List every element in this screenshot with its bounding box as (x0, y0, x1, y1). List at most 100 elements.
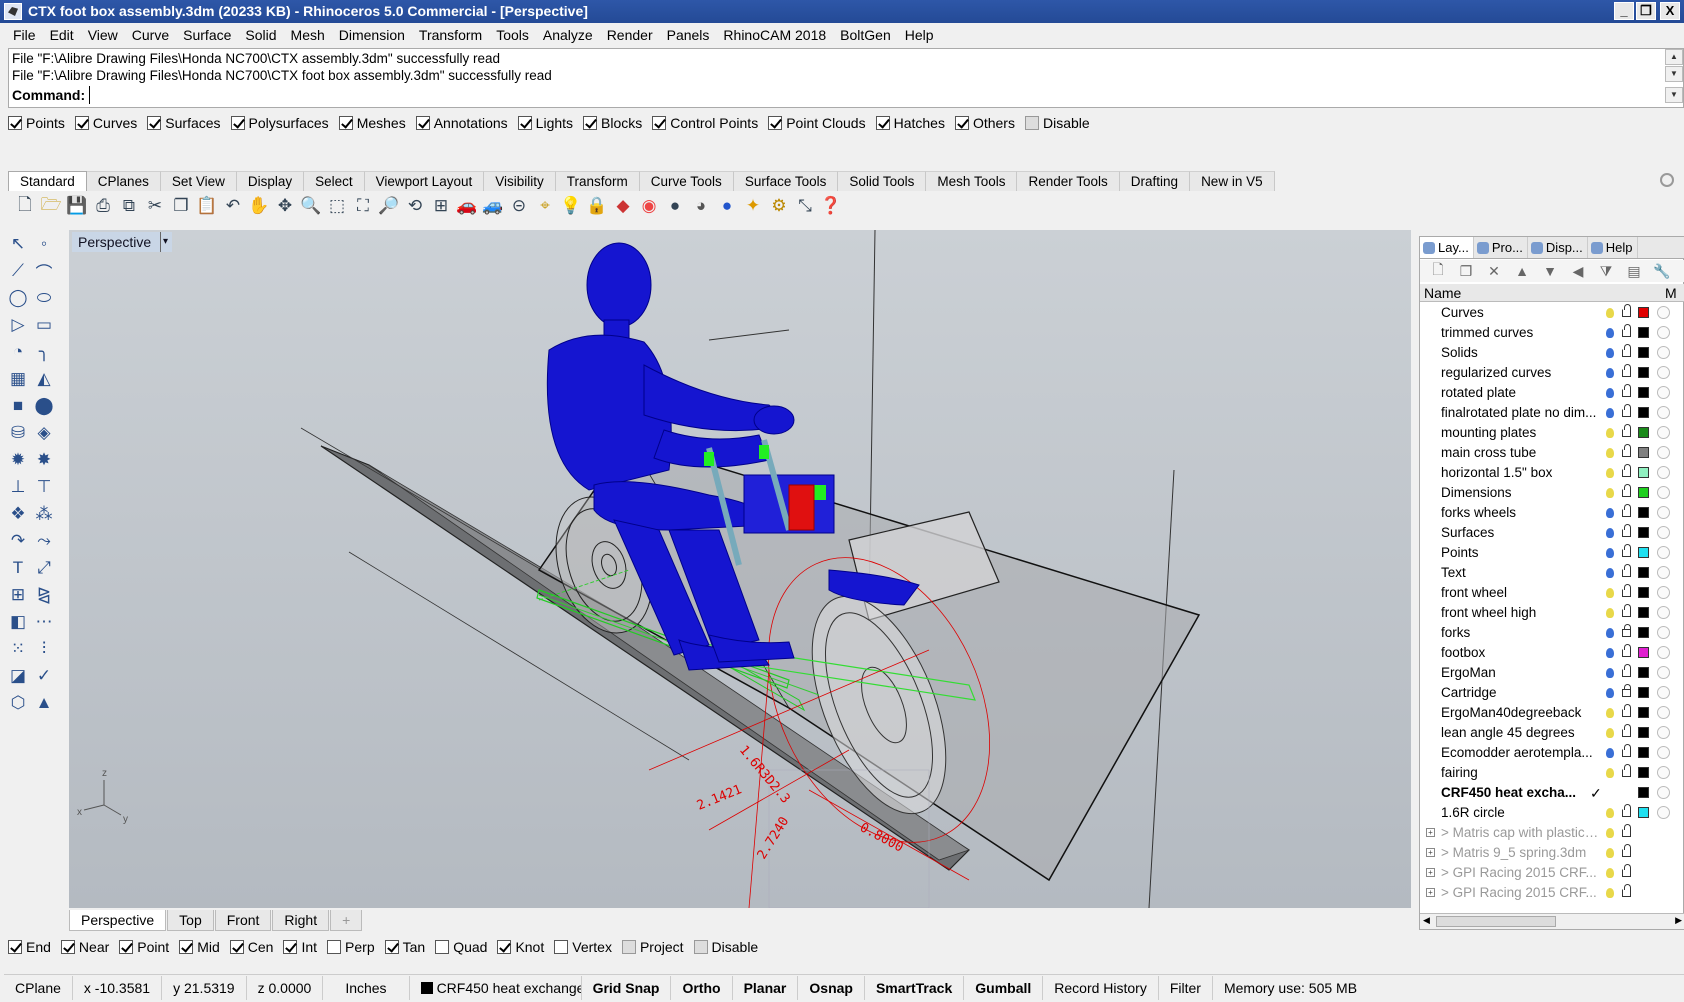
unlock-icon[interactable] (1622, 744, 1631, 757)
perspective-viewport[interactable]: 1.6R3D2.3 2.1421 2.7240 0.8000 z x y (69, 230, 1411, 908)
lock-icon[interactable] (1622, 684, 1631, 697)
layer-name[interactable]: lean angle 45 degrees (1441, 723, 1599, 743)
blend-icon[interactable]: ⤳ (32, 529, 56, 553)
unlock-icon[interactable] (1622, 404, 1631, 417)
explode-icon[interactable]: ✸ (32, 448, 56, 472)
osnap-checkbox[interactable]: Point (119, 939, 169, 955)
unlock-icon[interactable] (1622, 824, 1631, 837)
select-filter-checkbox[interactable]: Lights (517, 115, 573, 131)
cylinder-icon[interactable]: ⛁ (6, 421, 30, 445)
layer-name[interactable]: rotated plate (1441, 383, 1599, 403)
layer-row[interactable]: Curves (1420, 303, 1684, 323)
scrollbar-thumb[interactable] (1436, 916, 1556, 927)
light-icon[interactable]: ✦ (740, 194, 766, 218)
checkbox-icon[interactable] (283, 940, 298, 954)
select-filter-checkbox[interactable]: Control Points (652, 115, 758, 131)
viewport-tab[interactable]: Front (214, 909, 272, 931)
checkbox-icon[interactable] (8, 116, 22, 130)
select-filter-checkbox[interactable]: Disable (1024, 115, 1090, 131)
material-circle-icon[interactable] (1657, 766, 1670, 779)
unlock-icon[interactable] (1622, 424, 1631, 437)
select-filter-checkbox[interactable]: Points (8, 115, 65, 131)
layer-color-swatch[interactable] (1638, 787, 1649, 798)
layer-color-swatch[interactable] (1638, 487, 1649, 498)
toolbar-tab[interactable]: New in V5 (1190, 171, 1275, 191)
filter-toggle[interactable]: Filter (1159, 975, 1213, 1000)
checkbox-icon[interactable] (338, 116, 353, 130)
unlock-icon[interactable] (1622, 804, 1631, 817)
layer-row[interactable]: main cross tube (1420, 443, 1684, 463)
layer-color-swatch[interactable] (1638, 527, 1649, 538)
layer-row[interactable]: forks (1420, 623, 1684, 643)
toolbar-tab[interactable]: Select (304, 171, 365, 191)
mesh-icon[interactable]: ⬡ (6, 691, 30, 715)
polyline-icon[interactable]: ⟋ (6, 259, 30, 283)
layer-row[interactable]: forks wheels (1420, 503, 1684, 523)
checkbox-icon[interactable] (119, 940, 134, 954)
light-bulb-icon[interactable] (1606, 708, 1614, 718)
layer-name[interactable]: CRF450 heat excha... (1441, 783, 1599, 803)
layer-color-swatch[interactable] (1638, 327, 1649, 338)
light-bulb-icon[interactable] (1606, 328, 1614, 338)
shade-sphere-icon[interactable]: ● (662, 194, 688, 218)
rectangle-icon[interactable]: ▭ (32, 313, 56, 337)
layer-name[interactable]: horizontal 1.5" box (1441, 463, 1599, 483)
light-bulb-icon[interactable] (1606, 448, 1614, 458)
surface-icon[interactable]: ▦ (6, 367, 30, 391)
light-bulb-icon[interactable] (1606, 468, 1614, 478)
point-icon[interactable]: ◦ (32, 232, 56, 256)
layer-color-swatch[interactable] (1638, 567, 1649, 578)
zoom-window-icon[interactable]: ⬚ (324, 194, 350, 218)
light-bulb-icon[interactable] (1606, 508, 1614, 518)
unlock-icon[interactable] (1622, 364, 1631, 377)
layer-color-swatch[interactable] (1638, 547, 1649, 558)
unlock-icon[interactable] (1622, 844, 1631, 857)
lock-icon[interactable] (1622, 624, 1631, 637)
layer-name[interactable]: > Matris cap with plastic ... (1441, 823, 1599, 843)
undo-view-icon[interactable]: ⟲ (402, 194, 428, 218)
light-bulb-icon[interactable] (1606, 588, 1614, 598)
new-file-icon[interactable]: 🗋 (12, 194, 38, 218)
unlock-icon[interactable] (1622, 484, 1631, 497)
light-bulb-icon[interactable] (1606, 348, 1614, 358)
copy-icon[interactable]: ❐ (168, 194, 194, 218)
material-circle-icon[interactable] (1657, 746, 1670, 759)
scroll-up-icon[interactable]: ▲ (1665, 49, 1683, 65)
paste-icon[interactable]: 📋 (194, 194, 220, 218)
snap-icon[interactable]: ⌖ (532, 194, 558, 218)
layer-name[interactable]: forks (1441, 623, 1599, 643)
viewport-tab[interactable]: Perspective (69, 909, 167, 931)
unlock-icon[interactable] (1622, 584, 1631, 597)
layer-row[interactable]: Surfaces (1420, 523, 1684, 543)
material-circle-icon[interactable] (1657, 666, 1670, 679)
layer-color-swatch[interactable] (1638, 427, 1649, 438)
layer-name[interactable]: finalrotated plate no dim... (1441, 403, 1599, 423)
material-circle-icon[interactable] (1657, 326, 1670, 339)
menu-item[interactable]: Help (898, 23, 941, 47)
menu-item[interactable]: Panels (660, 23, 717, 47)
material-circle-icon[interactable] (1657, 606, 1670, 619)
light-bulb-icon[interactable]: 💡 (558, 194, 584, 218)
smarttrack-toggle[interactable]: SmartTrack (865, 975, 965, 1000)
material-circle-icon[interactable] (1657, 346, 1670, 359)
light-bulb-icon[interactable] (1606, 868, 1614, 878)
material-circle-icon[interactable] (1657, 366, 1670, 379)
select-filter-checkbox[interactable]: Surfaces (147, 115, 221, 131)
toolbar-tab[interactable]: Surface Tools (733, 171, 839, 191)
curve-icon[interactable]: ⌒ (32, 259, 56, 283)
viewport-title[interactable]: Perspective ▾ (72, 232, 172, 252)
material-circle-icon[interactable] (1657, 806, 1670, 819)
layer-row[interactable]: trimmed curves (1420, 323, 1684, 343)
osnap-checkbox[interactable]: Tan (384, 939, 425, 955)
circle-icon[interactable]: ◯ (6, 286, 30, 310)
material-circle-icon[interactable] (1657, 686, 1670, 699)
minimize-button[interactable]: _ (1614, 2, 1634, 20)
layer-row[interactable]: Points (1420, 543, 1684, 563)
select-filter-checkbox[interactable]: Meshes (338, 115, 406, 131)
grid-snap-toggle[interactable]: Grid Snap (582, 975, 672, 1000)
array-icon[interactable]: ⋯ (32, 610, 56, 634)
menu-item[interactable]: Surface (176, 23, 238, 47)
layer-name[interactable]: front wheel high (1441, 603, 1599, 623)
toolbar-tab[interactable]: Display (236, 171, 305, 191)
checkbox-icon[interactable] (768, 116, 783, 130)
